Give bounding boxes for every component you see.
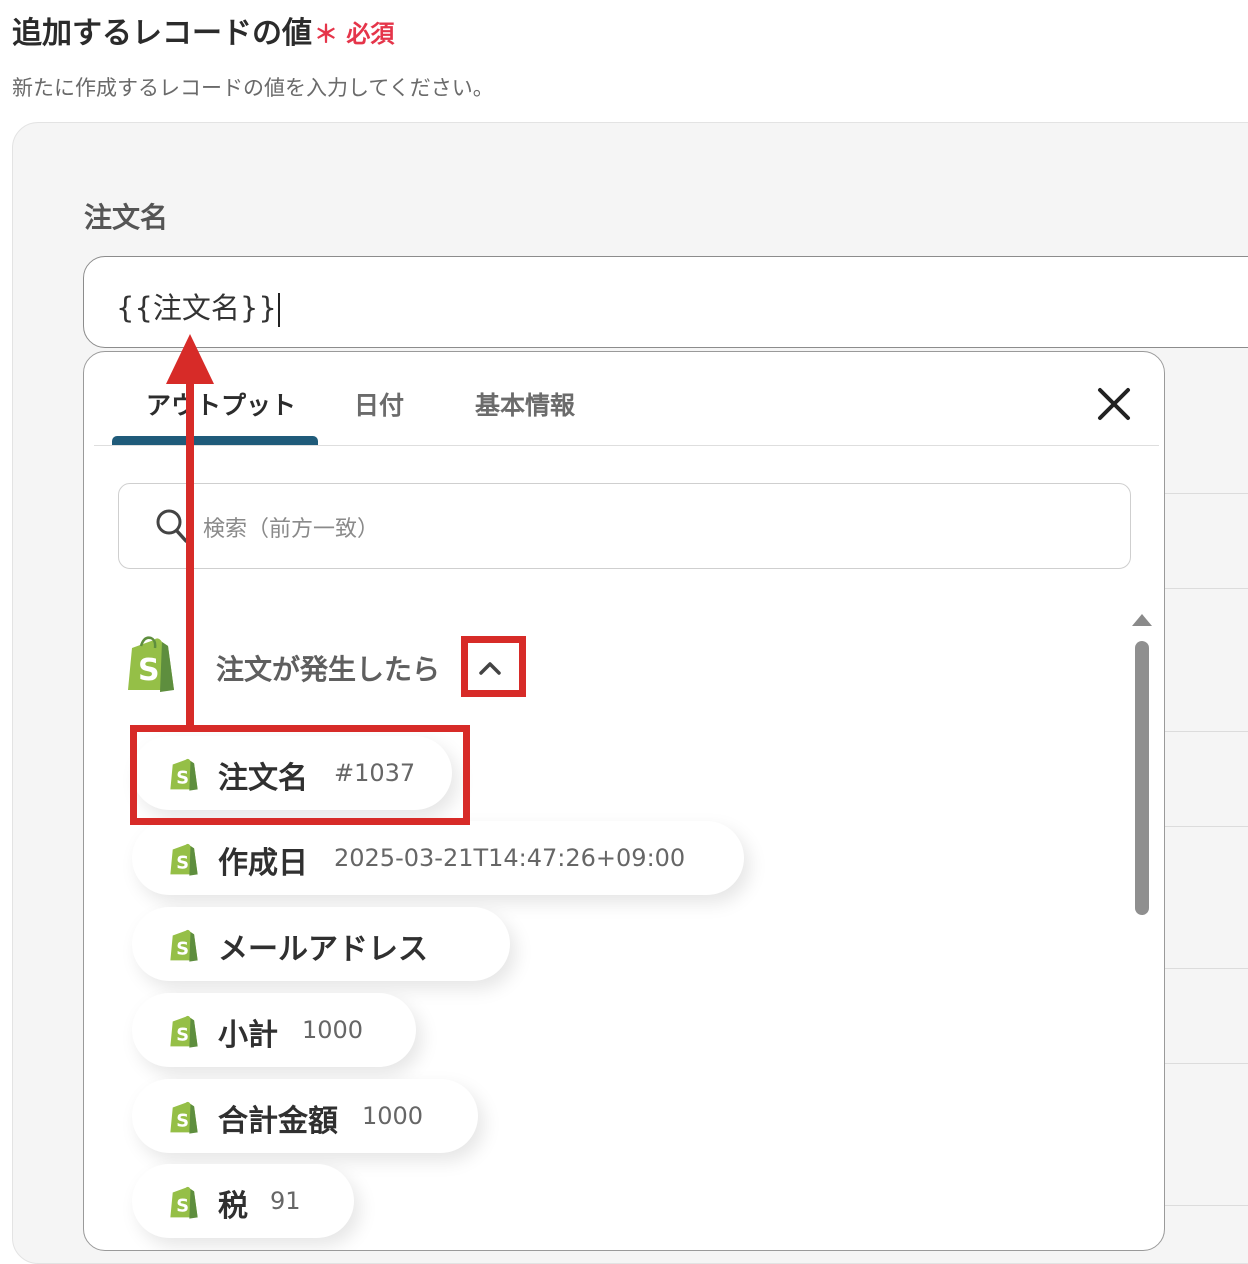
- svg-text:S: S: [176, 853, 189, 873]
- item-name: 合計金額: [218, 1104, 338, 1139]
- svg-text:S: S: [138, 653, 160, 688]
- required-badge: ＊ 必須: [314, 20, 395, 48]
- item-name: 注文名: [218, 761, 308, 796]
- item-value: 1000: [302, 1016, 364, 1044]
- shopify-icon: S: [168, 1184, 200, 1220]
- item-value: 2025-03-21T14:47:26+09:00: [334, 844, 686, 872]
- shopify-icon: S: [124, 634, 178, 694]
- output-item-order-name[interactable]: S 注文名 #1037: [132, 736, 452, 810]
- search-icon: [155, 508, 189, 544]
- svg-text:S: S: [176, 1025, 189, 1045]
- active-tab-indicator: [112, 436, 318, 445]
- item-value: 91: [270, 1187, 301, 1215]
- field-label: 注文名: [84, 201, 169, 234]
- scrollbar-thumb[interactable]: [1135, 641, 1149, 915]
- chevron-up-icon[interactable]: [468, 646, 512, 690]
- close-icon[interactable]: [1092, 382, 1136, 426]
- output-item-created-date[interactable]: S 作成日 2025-03-21T14:47:26+09:00: [132, 821, 744, 895]
- output-item-subtotal[interactable]: S 小計 1000: [132, 993, 416, 1067]
- tab-output[interactable]: アウトプット: [146, 386, 296, 422]
- shopify-icon: S: [168, 841, 200, 877]
- variable-picker-popup: アウトプット 日付 基本情報 検索（前方一致） S 注文が発生したら S 注文名…: [83, 351, 1165, 1251]
- input-value: {{注文名}}: [116, 291, 277, 325]
- shopify-icon: S: [168, 1013, 200, 1049]
- tab-divider: [94, 445, 1159, 446]
- shopify-icon: S: [168, 756, 200, 792]
- search-placeholder: 検索（前方一致）: [203, 517, 380, 542]
- item-value: 1000: [362, 1102, 424, 1130]
- shopify-icon: S: [168, 927, 200, 963]
- item-value: #1037: [334, 759, 416, 787]
- tab-basic-info[interactable]: 基本情報: [475, 386, 575, 422]
- svg-text:S: S: [176, 939, 189, 959]
- svg-text:S: S: [176, 768, 189, 788]
- svg-text:S: S: [176, 1111, 189, 1131]
- group-label: 注文が発生したら: [216, 653, 441, 686]
- scroll-up-arrow-icon[interactable]: [1132, 614, 1152, 626]
- trigger-group-header[interactable]: S 注文が発生したら: [124, 634, 544, 700]
- item-name: 作成日: [218, 846, 308, 881]
- output-item-total-amount[interactable]: S 合計金額 1000: [132, 1079, 478, 1153]
- section-title: 追加するレコードの値: [12, 16, 312, 51]
- section-description: 新たに作成するレコードの値を入力してください。: [12, 76, 494, 100]
- output-item-tax[interactable]: S 税 91: [132, 1164, 354, 1238]
- item-name: 小計: [218, 1018, 278, 1053]
- svg-text:S: S: [176, 1196, 189, 1216]
- output-item-email[interactable]: S メールアドレス: [132, 907, 510, 981]
- text-caret: [277, 293, 280, 327]
- search-input[interactable]: 検索（前方一致）: [118, 483, 1131, 569]
- item-name: 税: [218, 1189, 248, 1224]
- item-name: メールアドレス: [218, 932, 428, 967]
- shopify-icon: S: [168, 1099, 200, 1135]
- tab-bar: アウトプット 日付 基本情報: [84, 352, 1164, 448]
- order-name-input[interactable]: {{注文名}}: [83, 256, 1248, 348]
- tab-date[interactable]: 日付: [354, 386, 404, 422]
